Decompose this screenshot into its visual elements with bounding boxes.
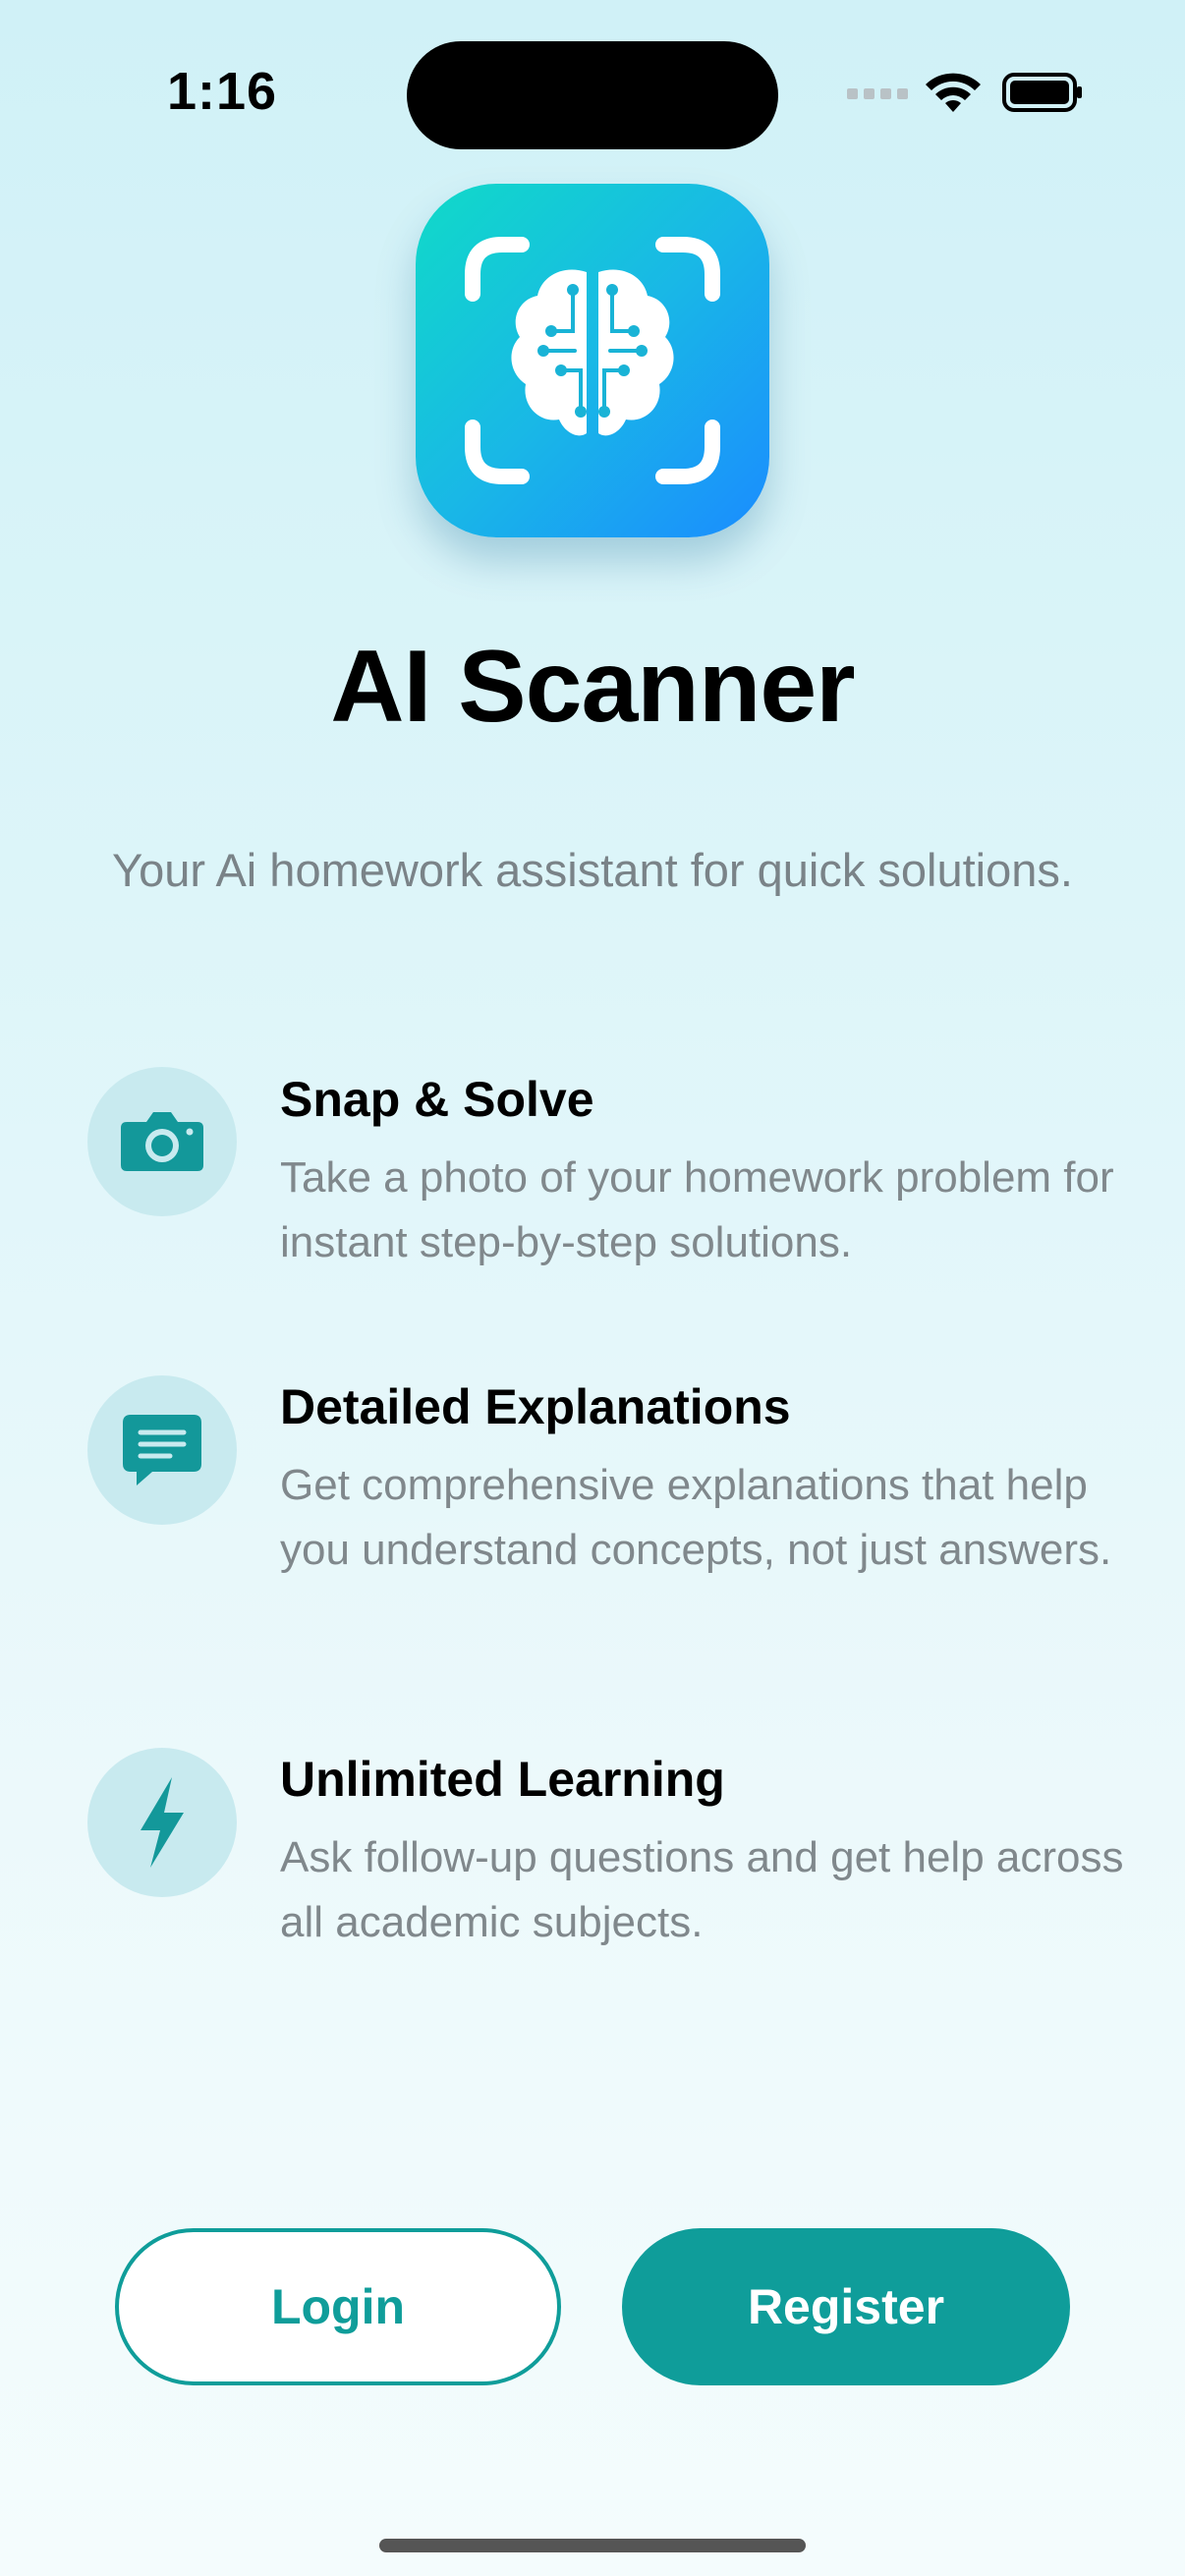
login-button-label: Login (270, 2279, 406, 2334)
feature-description: Ask follow-up questions and get help acr… (280, 1833, 1124, 1946)
status-indicators (847, 69, 1083, 118)
dynamic-island (407, 41, 778, 149)
feature-description: Take a photo of your homework problem fo… (280, 1153, 1114, 1266)
register-button-label: Register (747, 2279, 945, 2334)
feature-icon-camera (87, 1067, 237, 1216)
feature-title: Unlimited Learning (280, 1752, 725, 1807)
wifi-icon (926, 73, 981, 112)
feature-title: Detailed Explanations (280, 1379, 791, 1434)
app-subtitle: Your Ai homework assistant for quick sol… (112, 844, 1073, 896)
status-time: 1:16 (167, 62, 278, 121)
feature-title: Snap & Solve (280, 1072, 594, 1127)
brain-scanner-icon (465, 237, 720, 484)
feature-description: Get comprehensive explanations that help… (280, 1461, 1112, 1574)
battery-icon (1002, 73, 1082, 112)
camera-icon (121, 1112, 203, 1171)
login-button[interactable]: Login (115, 2228, 561, 2385)
feature-icon-lightning (87, 1748, 237, 1897)
lightning-icon (141, 1777, 184, 1868)
chat-bubble-icon (123, 1415, 201, 1485)
home-indicator[interactable] (379, 2539, 806, 2552)
app-logo (416, 184, 769, 537)
register-button[interactable]: Register (622, 2228, 1070, 2385)
signal-dots-icon (847, 88, 908, 99)
feature-icon-chat (87, 1375, 237, 1525)
app-title: AI Scanner (330, 630, 855, 744)
